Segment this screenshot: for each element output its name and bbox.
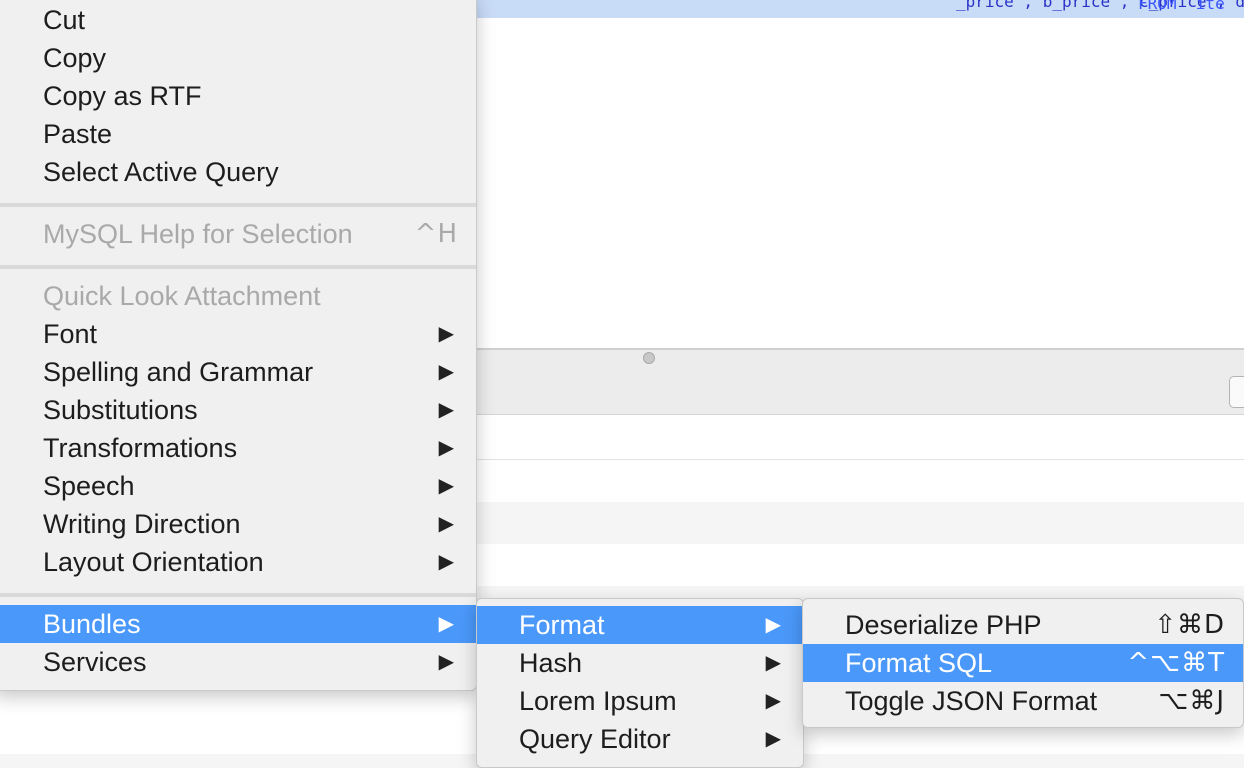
sql-keyword: FROM `ite [1138,0,1225,13]
menu-item-substitutions[interactable]: Substitutions ▶ [0,391,476,429]
menu-item-transformations[interactable]: Transformations ▶ [0,429,476,467]
menu-item-speech[interactable]: Speech ▶ [0,467,476,505]
submenu-arrow-icon: ▶ [438,399,454,421]
menu-item-spelling-grammar[interactable]: Spelling and Grammar ▶ [0,353,476,391]
menu-item-toggle-json-format[interactable]: Toggle JSON Format ⌥⌘J [803,682,1243,720]
menu-item-query-editor[interactable]: Query Editor ▶ [477,720,803,758]
format-submenu: Deserialize PHP ⇧⌘D Format SQL ^⌥⌘T Togg… [802,598,1244,728]
menu-item-format-sql[interactable]: Format SQL ^⌥⌘T [803,644,1243,682]
menu-item-copy[interactable]: Copy [0,39,476,77]
deserialize-php-shortcut: ⇧⌘D [1154,610,1225,640]
menu-item-bundles[interactable]: Bundles ▶ [0,605,476,643]
submenu-arrow-icon: ▶ [765,614,781,636]
menu-item-format[interactable]: Format ▶ [477,606,803,644]
menu-item-cut[interactable]: Cut [0,1,476,39]
submenu-arrow-icon: ▶ [438,475,454,497]
menu-item-hash[interactable]: Hash ▶ [477,644,803,682]
menu-item-deserialize-php[interactable]: Deserialize PHP ⇧⌘D [803,606,1243,644]
menu-separator [0,203,476,207]
menu-item-services[interactable]: Services ▶ [0,643,476,681]
menu-item-layout-orientation[interactable]: Layout Orientation ▶ [0,543,476,581]
menu-item-select-active-query[interactable]: Select Active Query [0,153,476,191]
split-handle[interactable] [643,352,655,364]
toolbar-control[interactable] [1229,376,1244,408]
submenu-arrow-icon: ▶ [438,437,454,459]
menu-item-quick-look: Quick Look Attachment [43,281,321,311]
menu-separator [0,265,476,269]
submenu-arrow-icon: ▶ [438,361,454,383]
submenu-arrow-icon: ▶ [438,323,454,345]
menu-item-copy-as-rtf[interactable]: Copy as RTF [0,77,476,115]
submenu-arrow-icon: ▶ [438,651,454,673]
menu-item-lorem-ipsum[interactable]: Lorem Ipsum ▶ [477,682,803,720]
menu-item-mysql-help: MySQL Help for Selection ^H [0,215,476,253]
submenu-arrow-icon: ▶ [438,551,454,573]
toggle-json-shortcut: ⌥⌘J [1158,686,1225,716]
menu-separator [0,593,476,597]
submenu-arrow-icon: ▶ [438,513,454,535]
help-shortcut: ^H [414,219,458,249]
format-sql-shortcut: ^⌥⌘T [1127,648,1225,678]
menu-item-paste[interactable]: Paste [0,115,476,153]
menu-item-font[interactable]: Font ▶ [0,315,476,353]
submenu-arrow-icon: ▶ [765,728,781,750]
bundles-submenu: Format ▶ Hash ▶ Lorem Ipsum ▶ Query Edit… [476,598,804,768]
context-menu: Cut Copy Copy as RTF Paste Select Active… [0,0,477,691]
submenu-arrow-icon: ▶ [765,690,781,712]
submenu-arrow-icon: ▶ [765,652,781,674]
menu-item-writing-direction[interactable]: Writing Direction ▶ [0,505,476,543]
submenu-arrow-icon: ▶ [438,613,454,635]
